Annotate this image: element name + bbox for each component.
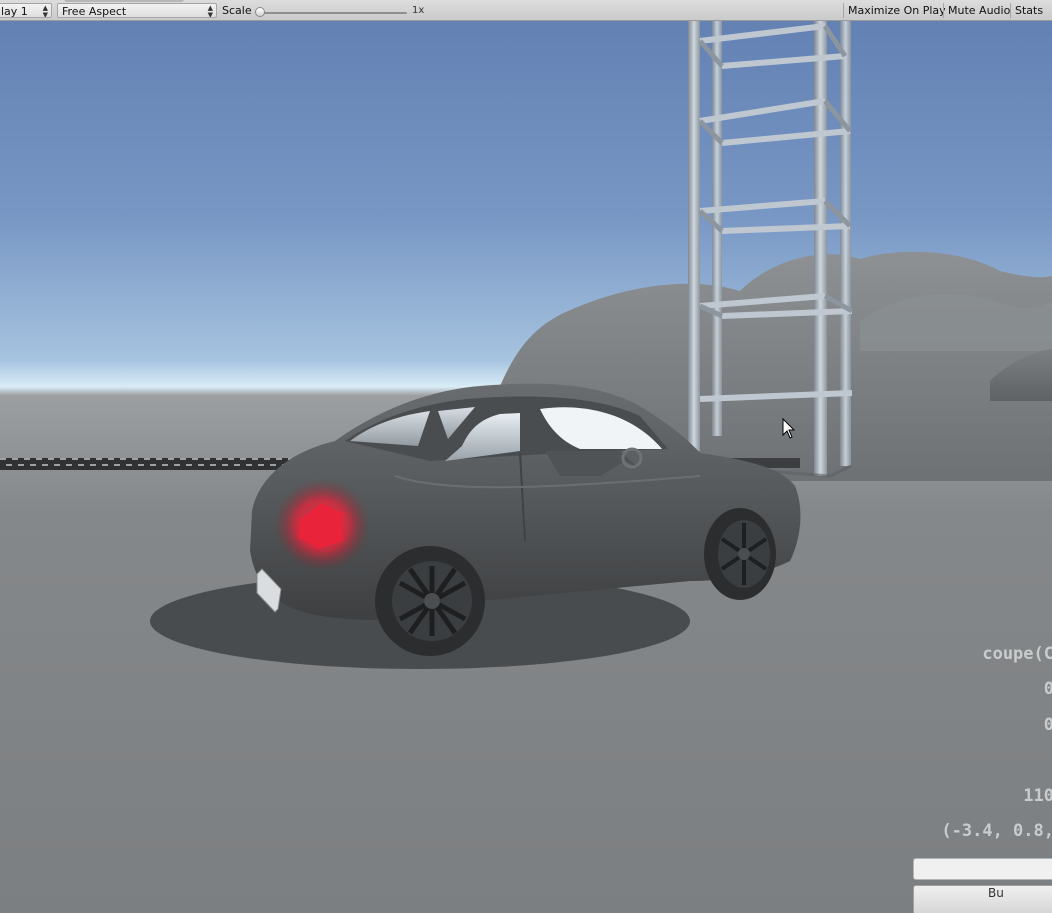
scale-label: Scale: [222, 4, 252, 17]
debug-line-4: 110: [1023, 786, 1052, 806]
debug-line-position: (-3.4, 0.8,: [941, 821, 1052, 841]
updown-arrows-icon: ▲ ▼: [207, 4, 213, 18]
debug-line-3: 0: [1043, 715, 1052, 735]
scale-value: 1x: [412, 5, 425, 16]
game-viewport[interactable]: coupe(C 0 0 110 (-3.4, 0.8, Bu: [0, 21, 1052, 913]
aspect-dropdown-label: Free Aspect: [62, 5, 127, 18]
editor-tab-edge: [64, 0, 184, 2]
updown-arrows-icon: ▲ ▼: [42, 4, 48, 18]
display-dropdown-label: lay 1: [1, 5, 28, 18]
mute-audio-button[interactable]: Mute Audio: [943, 3, 1014, 18]
scale-slider-track[interactable]: [259, 12, 407, 14]
gui-text-field[interactable]: [913, 858, 1052, 880]
debug-line-vehicle: coupe(C: [982, 644, 1052, 664]
gui-button[interactable]: Bu: [913, 885, 1052, 913]
stats-button[interactable]: Stats: [1010, 3, 1047, 18]
mouse-pointer-icon: [782, 418, 796, 439]
display-dropdown[interactable]: lay 1 ▲ ▼: [0, 3, 52, 18]
3d-scene: [0, 21, 1052, 669]
game-view-toolbar: lay 1 ▲ ▼ Free Aspect ▲ ▼ Scale 1x Maximiz…: [0, 0, 1052, 21]
debug-line-2: 0: [1043, 679, 1052, 699]
scale-slider-thumb[interactable]: [255, 7, 265, 17]
gui-button-label: Bu: [988, 886, 1004, 900]
aspect-dropdown[interactable]: Free Aspect ▲ ▼: [57, 3, 217, 18]
maximize-on-play-button[interactable]: Maximize On Play: [843, 3, 950, 18]
